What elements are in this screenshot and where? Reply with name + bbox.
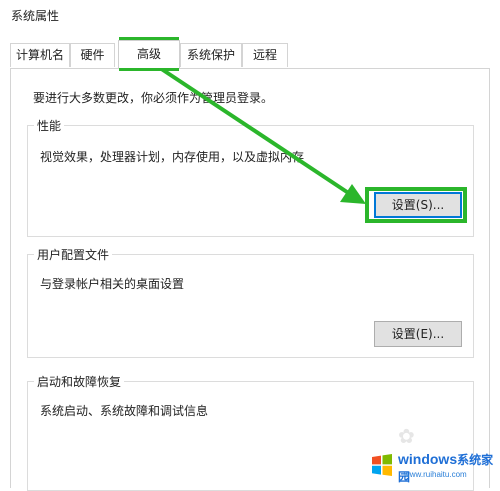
tab-strip: 计算机名 硬件 高级 系统保护 远程 — [10, 40, 490, 68]
watermark-brand: windows — [398, 451, 458, 467]
tab-remote[interactable]: 远程 — [242, 43, 288, 67]
tab-computer-name[interactable]: 计算机名 — [10, 43, 70, 67]
startup-recovery-group-title: 启动和故障恢复 — [34, 373, 125, 390]
title-bar: 系统属性 — [0, 0, 500, 34]
windows-logo-icon — [372, 454, 392, 476]
paw-watermark-icon: ✿ — [398, 424, 415, 448]
admin-notice: 要进行大多数更改，你必须作为管理员登录。 — [33, 91, 274, 105]
tab-advanced[interactable]: 高级 — [118, 40, 180, 68]
watermark: windows系统家园 www.ruihaitu.com — [368, 450, 500, 484]
user-profiles-settings-button[interactable]: 设置(E)... — [374, 321, 462, 347]
watermark-url: www.ruihaitu.com — [404, 470, 467, 479]
startup-recovery-description: 系统启动、系统故障和调试信息 — [40, 404, 209, 418]
tab-hardware[interactable]: 硬件 — [70, 43, 115, 67]
performance-description: 视觉效果，处理器计划，内存使用，以及虚拟内存 — [40, 150, 305, 164]
highlight-box-settings-button — [365, 187, 467, 223]
performance-group-title: 性能 — [34, 117, 65, 134]
tab-system-protection[interactable]: 系统保护 — [180, 43, 242, 67]
user-profiles-group: 用户配置文件 与登录帐户相关的桌面设置 设置(E)... — [27, 246, 474, 358]
watermark-text: windows系统家园 — [398, 451, 500, 485]
user-profiles-group-title: 用户配置文件 — [34, 246, 113, 263]
user-profiles-description: 与登录帐户相关的桌面设置 — [40, 277, 185, 291]
window-title: 系统属性 — [11, 9, 60, 23]
